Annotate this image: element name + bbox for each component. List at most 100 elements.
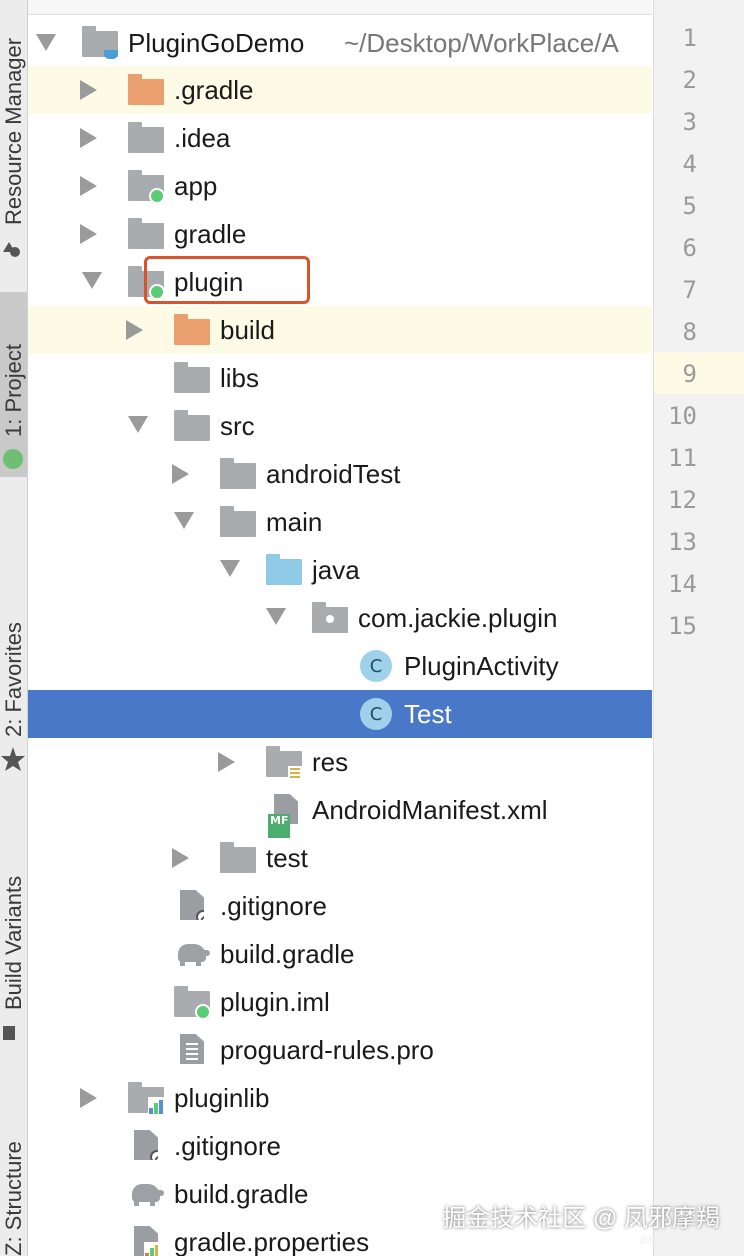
line-number: 3: [682, 108, 697, 136]
ignore-file-icon: [180, 890, 204, 920]
tree-row[interactable]: .gitignore: [28, 1122, 652, 1170]
gradle-elephant-icon: [174, 940, 210, 966]
tree-row[interactable]: C PluginActivity: [28, 642, 652, 690]
resource-folder-icon: [266, 746, 302, 780]
text-file-icon: [180, 1034, 204, 1064]
watermark: 掘金技术社区 @ 凤邪摩羯 @稀土掘金技术社区: [442, 1198, 720, 1246]
toolbar-edge: [28, 0, 652, 15]
editor-gutter: 1 2 3 4 5 6 7 8 9 10 11 12 13 14 15: [653, 0, 744, 1256]
tree-row[interactable]: build: [28, 306, 652, 354]
tool-structure[interactable]: Z: Structure: [0, 1105, 27, 1256]
tree-label: test: [266, 843, 308, 873]
tree-label: .gitignore: [174, 1131, 281, 1161]
line-number: 9: [682, 360, 697, 388]
tree-label: .gradle: [174, 75, 254, 105]
tree-row[interactable]: MF AndroidManifest.xml: [28, 786, 652, 838]
resource-lines-icon: [288, 766, 302, 780]
tree-label: com.jackie.plugin: [358, 603, 558, 633]
tree-row[interactable]: .idea: [28, 114, 652, 162]
expand-arrow-icon[interactable]: [220, 560, 240, 577]
tree-label: src: [220, 411, 255, 441]
expand-arrow-icon[interactable]: [128, 416, 148, 433]
line-number: 8: [682, 318, 697, 346]
tree-label: java: [312, 555, 360, 585]
line-number: 13: [668, 528, 697, 556]
project-tree: PluginGoDemo ~/Desktop/WorkPlace/A .grad…: [28, 0, 652, 1256]
tree-row[interactable]: proguard-rules.pro: [28, 1026, 652, 1074]
tree-label: gradle: [174, 219, 247, 249]
collapse-arrow-icon[interactable]: [218, 752, 235, 772]
tree-row[interactable]: build.gradle: [28, 930, 652, 978]
resource-manager-icon: [0, 232, 27, 260]
expand-arrow-icon[interactable]: [82, 272, 102, 289]
tree-row-root[interactable]: PluginGoDemo ~/Desktop/WorkPlace/A: [28, 18, 652, 66]
tree-row[interactable]: plugin.iml: [28, 978, 652, 1026]
tool-project[interactable]: 1: Project: [0, 292, 27, 477]
tree-label: PluginActivity: [404, 651, 559, 681]
tree-row[interactable]: pluginlib: [28, 1074, 652, 1122]
line-number: 4: [682, 150, 697, 178]
tool-favorites[interactable]: 2: Favorites: [0, 585, 27, 737]
collapse-arrow-icon[interactable]: [80, 1088, 97, 1108]
folder-icon: [220, 506, 256, 537]
tree-row[interactable]: libs: [28, 354, 652, 402]
collapse-arrow-icon[interactable]: [80, 224, 97, 244]
android-icon: [3, 449, 23, 469]
tree-label: build: [220, 315, 275, 345]
line-number: 10: [668, 402, 697, 430]
tree-label: androidTest: [266, 459, 401, 489]
tool-build-variants[interactable]: Build Variants: [0, 835, 27, 1010]
line-number: 1: [682, 24, 697, 52]
star-icon: [0, 744, 27, 774]
tree-row-selected[interactable]: C Test: [28, 690, 652, 738]
line-number: 15: [668, 612, 697, 640]
tree-label: build.gradle: [220, 939, 355, 969]
tree-row[interactable]: src: [28, 402, 652, 450]
collapse-arrow-icon[interactable]: [126, 320, 143, 340]
tree-row[interactable]: res: [28, 738, 652, 786]
ignore-file-icon: [134, 1130, 158, 1160]
expand-arrow-icon[interactable]: [36, 34, 56, 51]
module-folder-icon: [128, 170, 165, 204]
tree-label: .gitignore: [220, 891, 327, 921]
expand-arrow-icon[interactable]: [266, 608, 286, 625]
tree-row[interactable]: .gitignore: [28, 882, 652, 930]
collapse-arrow-icon[interactable]: [172, 848, 189, 868]
collapse-arrow-icon[interactable]: [172, 464, 189, 484]
tree-row[interactable]: test: [28, 834, 652, 882]
source-folder-icon: [266, 554, 302, 585]
tree-row[interactable]: androidTest: [28, 450, 652, 498]
tree-row[interactable]: app: [28, 162, 652, 210]
collapse-arrow-icon[interactable]: [80, 128, 97, 148]
line-number: 6: [682, 234, 697, 262]
root-path: ~/Desktop/WorkPlace/A: [344, 28, 619, 58]
tool-window-strip: Resource Manager 1: Project 2: Favorites…: [0, 0, 28, 1256]
tool-resource-manager[interactable]: Resource Manager: [0, 0, 27, 225]
class-icon: C: [360, 650, 392, 682]
project-folder-icon: [82, 26, 118, 59]
expand-arrow-icon[interactable]: [174, 512, 194, 529]
tree-row[interactable]: plugin: [28, 258, 652, 306]
package-icon: [312, 602, 348, 633]
tree-row[interactable]: com.jackie.plugin: [28, 594, 652, 642]
tool-label: Z: Structure: [1, 1141, 26, 1256]
tree-row[interactable]: java: [28, 546, 652, 594]
build-variants-icon: [0, 1018, 27, 1046]
folder-icon: [220, 842, 256, 873]
tree-label: plugin.iml: [220, 987, 330, 1017]
watermark-text: 掘金技术社区 @ 凤邪摩羯: [442, 1205, 720, 1232]
collapse-arrow-icon[interactable]: [80, 176, 97, 196]
line-number: 14: [668, 570, 697, 598]
collapse-arrow-icon[interactable]: [80, 80, 97, 100]
tree-row[interactable]: gradle: [28, 210, 652, 258]
folder-icon: [174, 314, 210, 345]
properties-file-icon: [134, 1226, 158, 1256]
tree-label: build.gradle: [174, 1179, 309, 1209]
tool-label: 1: Project: [1, 344, 26, 437]
tree-row[interactable]: main: [28, 498, 652, 546]
tree-row[interactable]: .gradle: [28, 66, 652, 114]
folder-icon: [174, 410, 210, 441]
line-number: 12: [668, 486, 697, 514]
tree-label: .idea: [174, 123, 231, 153]
watermark-sub: @稀土掘金技术社区: [638, 1235, 720, 1245]
